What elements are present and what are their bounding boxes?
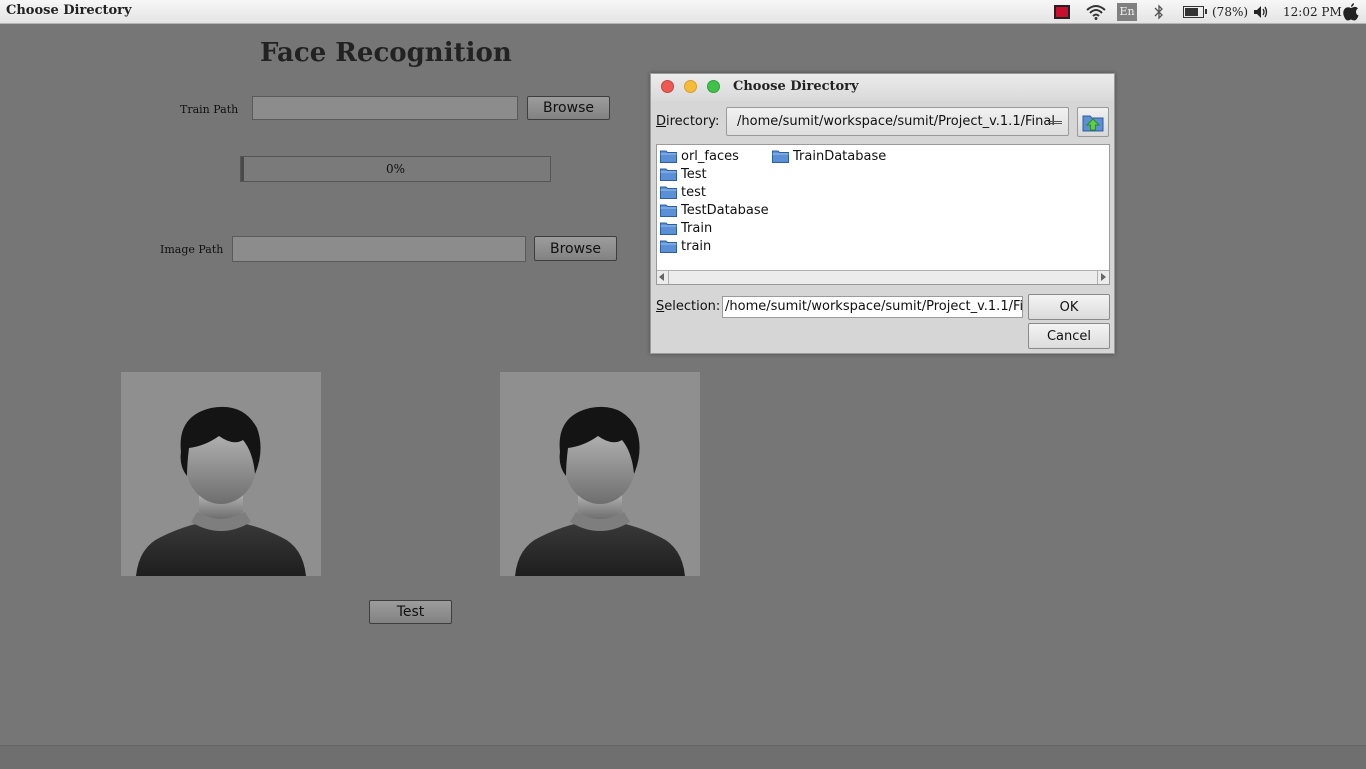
folder-icon	[660, 186, 677, 199]
folder-name: Test	[681, 166, 707, 182]
folder-icon	[660, 240, 677, 253]
bluetooth-icon[interactable]	[1154, 0, 1164, 23]
image-path-label: Image Path	[160, 243, 224, 256]
progress-label: 0%	[385, 162, 406, 176]
selection-label: Selection:	[656, 299, 721, 314]
battery-indicator[interactable]: (78%)	[1183, 0, 1248, 23]
battery-icon	[1183, 5, 1204, 18]
person-avatar-icon	[515, 406, 685, 576]
folder-icon	[660, 222, 677, 235]
parent-folder-button[interactable]	[1077, 107, 1109, 137]
train-path-input[interactable]	[252, 96, 518, 120]
dialog-title: Choose Directory	[733, 79, 859, 94]
person-avatar-icon	[136, 406, 306, 576]
folder-name: Train	[681, 220, 713, 236]
close-window-button[interactable]	[661, 80, 674, 93]
list-item[interactable]: TestDatabase	[660, 201, 769, 219]
minimize-window-button[interactable]	[684, 80, 697, 93]
wifi-icon[interactable]	[1086, 0, 1106, 23]
image-path-input[interactable]	[232, 236, 526, 262]
clock[interactable]: 12:02 PM	[1283, 0, 1342, 23]
keyboard-layout-indicator[interactable]: En	[1117, 0, 1137, 23]
battery-percent: (78%)	[1212, 4, 1249, 19]
maximize-window-button[interactable]	[707, 80, 720, 93]
horizontal-scrollbar[interactable]	[657, 270, 1109, 284]
train-image-placeholder	[121, 372, 321, 576]
test-image-placeholder	[500, 372, 700, 576]
list-item[interactable]: orl_faces	[660, 147, 739, 165]
menu-bar: Choose Directory En (78%) 12:02 PM	[0, 0, 1366, 24]
test-button[interactable]: Test	[369, 600, 452, 624]
list-item[interactable]: TrainDatabase	[772, 147, 886, 165]
folder-icon	[772, 150, 789, 163]
keyboard-layout-label: En	[1117, 2, 1137, 21]
folder-icon	[660, 150, 677, 163]
folder-icon	[660, 204, 677, 217]
folder-up-icon	[1082, 115, 1104, 132]
selection-input[interactable]: /home/sumit/workspace/sumit/Project_v.1.…	[722, 296, 1023, 318]
folder-name: train	[681, 238, 712, 254]
image-browse-button[interactable]: Browse	[534, 236, 617, 261]
train-path-label: Train Path	[180, 103, 239, 116]
train-browse-button[interactable]: Browse	[527, 96, 610, 120]
apple-icon[interactable]	[1342, 0, 1360, 23]
volume-icon[interactable]	[1253, 0, 1269, 23]
ok-button[interactable]: OK	[1028, 294, 1110, 320]
choose-directory-dialog: Choose Directory Directory: /home/sumit/…	[650, 73, 1115, 354]
folder-list[interactable]: orl_faces Test test TestDatabase Train t…	[656, 144, 1110, 285]
active-app-title: Choose Directory	[6, 3, 132, 18]
folder-name: test	[681, 184, 706, 200]
directory-label: Directory:	[656, 114, 720, 129]
app-title: Face Recognition	[260, 38, 512, 68]
list-item[interactable]: Test	[660, 165, 707, 183]
folder-name: orl_faces	[681, 148, 739, 164]
folder-name: TestDatabase	[681, 202, 769, 218]
list-item[interactable]: Train	[660, 219, 712, 237]
scroll-left-icon[interactable]	[659, 273, 664, 281]
bottom-panel	[0, 745, 1366, 769]
directory-combo-value: /home/sumit/workspace/sumit/Project_v.1.…	[737, 114, 1055, 129]
dialog-titlebar[interactable]: Choose Directory	[651, 74, 1114, 101]
training-progress-bar: 0%	[240, 156, 551, 182]
folder-name: TrainDatabase	[793, 148, 887, 164]
scroll-right-icon[interactable]	[1101, 273, 1106, 281]
cancel-button[interactable]: Cancel	[1028, 323, 1110, 349]
record-indicator-icon[interactable]	[1054, 0, 1070, 23]
list-item[interactable]: test	[660, 183, 706, 201]
list-item[interactable]: train	[660, 237, 711, 255]
combo-dropdown-icon	[1048, 121, 1062, 124]
directory-combo[interactable]: /home/sumit/workspace/sumit/Project_v.1.…	[726, 107, 1069, 136]
folder-icon	[660, 168, 677, 181]
